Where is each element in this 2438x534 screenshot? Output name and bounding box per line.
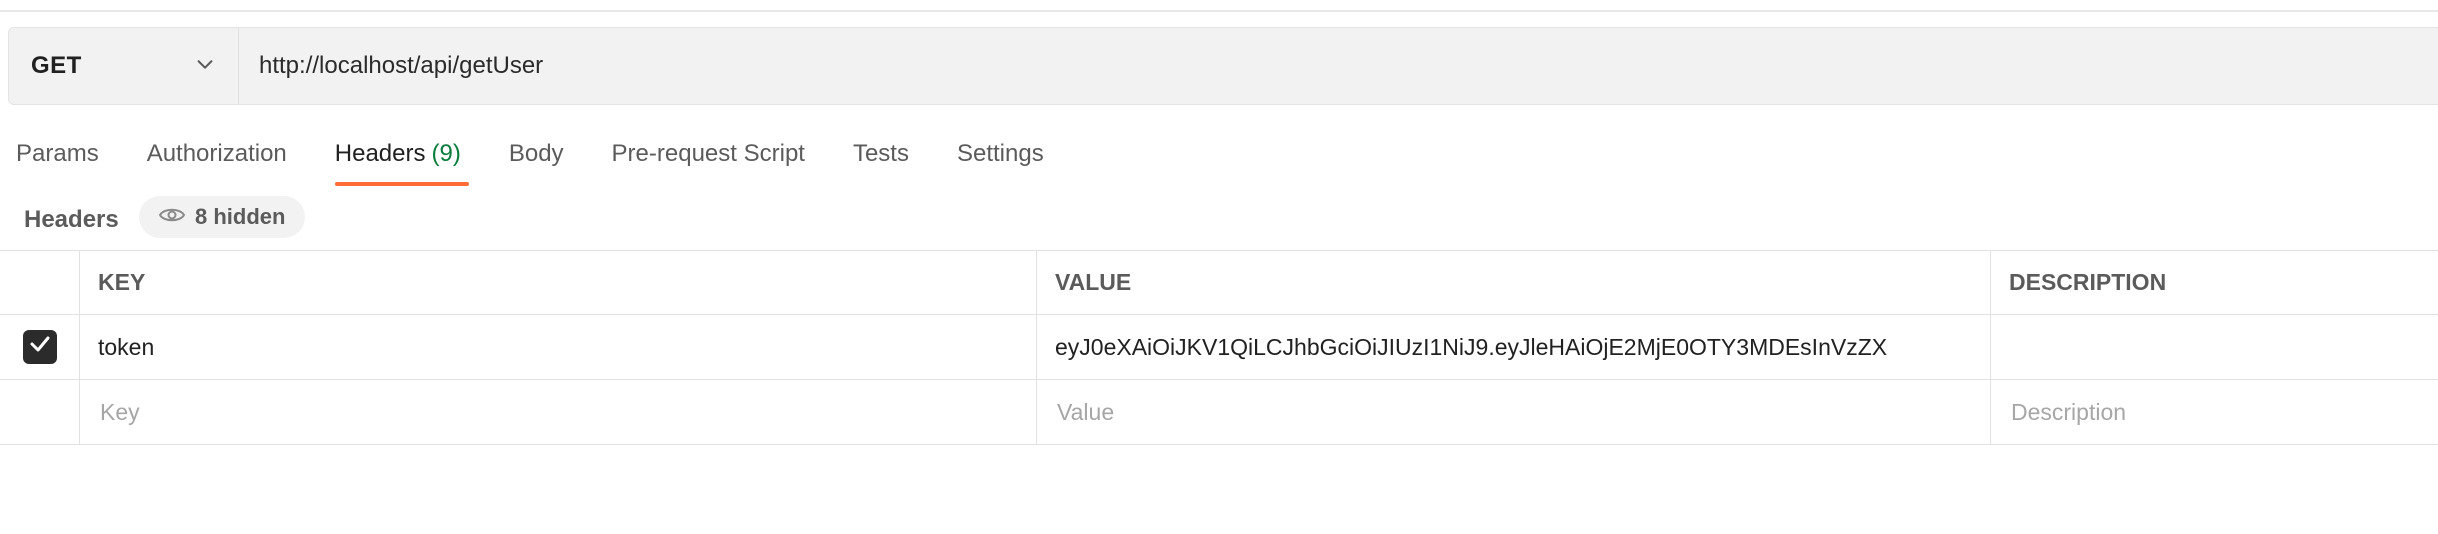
row-checkbox-cell bbox=[0, 315, 80, 379]
new-description-cell bbox=[1991, 380, 2438, 444]
new-key-input[interactable] bbox=[98, 397, 1036, 427]
eye-icon bbox=[158, 204, 186, 230]
top-divider bbox=[0, 10, 2438, 12]
tab-body[interactable]: Body bbox=[509, 130, 564, 188]
headers-table: KEY VALUE DESCRIPTION token eyJ0eXAiOiJK… bbox=[0, 250, 2438, 445]
method-select[interactable]: GET bbox=[9, 28, 239, 104]
headers-section-title: Headers bbox=[24, 206, 119, 233]
table-row: token eyJ0eXAiOiJKV1QiLCJhbGciOiJIUzI1Ni… bbox=[0, 315, 2438, 380]
tab-headers-count: (9) bbox=[431, 140, 461, 167]
request-url-bar: GET bbox=[8, 27, 2438, 105]
header-description-cell[interactable] bbox=[1991, 315, 2438, 379]
column-header-description: DESCRIPTION bbox=[2009, 269, 2167, 295]
tab-headers[interactable]: Headers (9) bbox=[334, 130, 469, 188]
url-input[interactable] bbox=[239, 28, 2438, 104]
column-header-key: KEY bbox=[80, 251, 1037, 314]
tab-pre-request-script[interactable]: Pre-request Script bbox=[612, 130, 805, 188]
tab-authorization[interactable]: Authorization bbox=[147, 130, 287, 188]
method-label: GET bbox=[31, 52, 82, 79]
header-key-cell[interactable]: token bbox=[80, 315, 1037, 379]
table-header-row: KEY VALUE DESCRIPTION bbox=[0, 250, 2438, 315]
new-value-input[interactable] bbox=[1055, 397, 1990, 427]
new-description-input[interactable] bbox=[2009, 397, 2438, 427]
chevron-down-icon bbox=[194, 53, 216, 80]
hidden-count-label: 8 hidden bbox=[195, 204, 286, 229]
column-header-value: VALUE bbox=[1037, 251, 1991, 314]
header-key: token bbox=[98, 333, 155, 360]
new-header-row bbox=[0, 380, 2438, 445]
row-enabled-checkbox[interactable] bbox=[22, 330, 57, 364]
tab-params[interactable]: Params bbox=[16, 130, 99, 188]
tab-headers-label: Headers bbox=[334, 140, 426, 167]
header-value: eyJ0eXAiOiJKV1QiLCJhbGciOiJIUzI1NiJ9.eyJ… bbox=[1055, 333, 1888, 360]
header-value-cell[interactable]: eyJ0eXAiOiJKV1QiLCJhbGciOiJIUzI1NiJ9.eyJ… bbox=[1037, 315, 1991, 379]
select-column-header bbox=[0, 251, 80, 314]
new-key-cell bbox=[80, 380, 1037, 444]
tab-settings[interactable]: Settings bbox=[957, 130, 1044, 188]
request-tabs: Params Authorization Headers (9) Body Pre… bbox=[0, 130, 1076, 188]
new-row-checkbox-cell bbox=[0, 380, 80, 444]
tab-tests[interactable]: Tests bbox=[853, 130, 909, 188]
hidden-headers-toggle[interactable]: 8 hidden bbox=[139, 196, 306, 238]
check-icon bbox=[28, 332, 52, 362]
new-value-cell bbox=[1037, 380, 1991, 444]
